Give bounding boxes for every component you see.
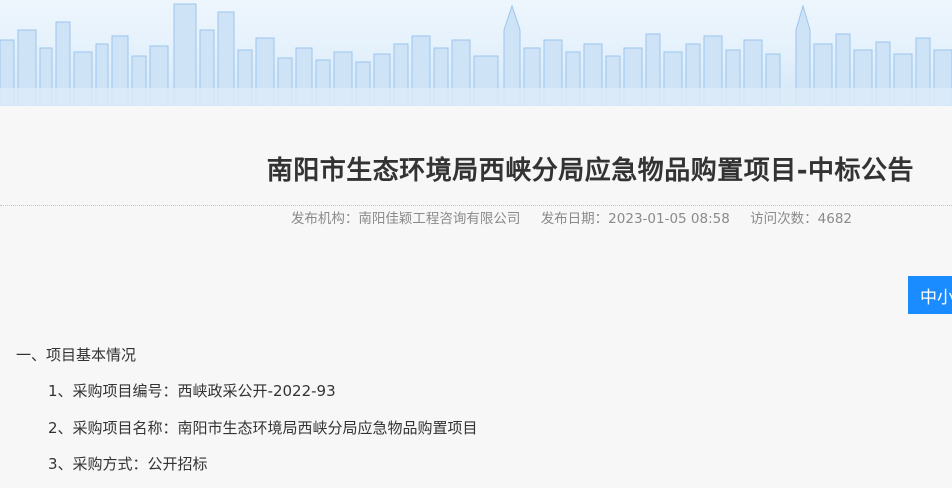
section-heading: 一、项目基本情况: [16, 346, 137, 364]
city-skyline-icon: [0, 3, 952, 106]
header-banner: [0, 0, 952, 106]
list-item: 2、采购项目名称：南阳市生态环境局西峡分局应急物品购置项目: [48, 419, 478, 437]
page-title: 南阳市生态环境局西峡分局应急物品购置项目-中标公告: [266, 156, 914, 186]
article-meta: 发布机构：南阳佳颖工程咨询有限公司 发布日期：2023-01-05 08:58 …: [291, 207, 852, 227]
list-item: 1、采购项目编号：西峡政采公开-2022-93: [48, 382, 336, 400]
meta-publisher: 发布机构：南阳佳颖工程咨询有限公司: [290, 211, 521, 227]
meta-date: 发布日期：2023-01-05 08:58: [540, 211, 730, 227]
font-size-button[interactable]: 中小: [908, 276, 952, 314]
meta-visits: 访问次数：4682: [750, 211, 852, 227]
title-divider: [0, 205, 952, 206]
list-item: 3、采购方式：公开招标: [48, 455, 208, 473]
